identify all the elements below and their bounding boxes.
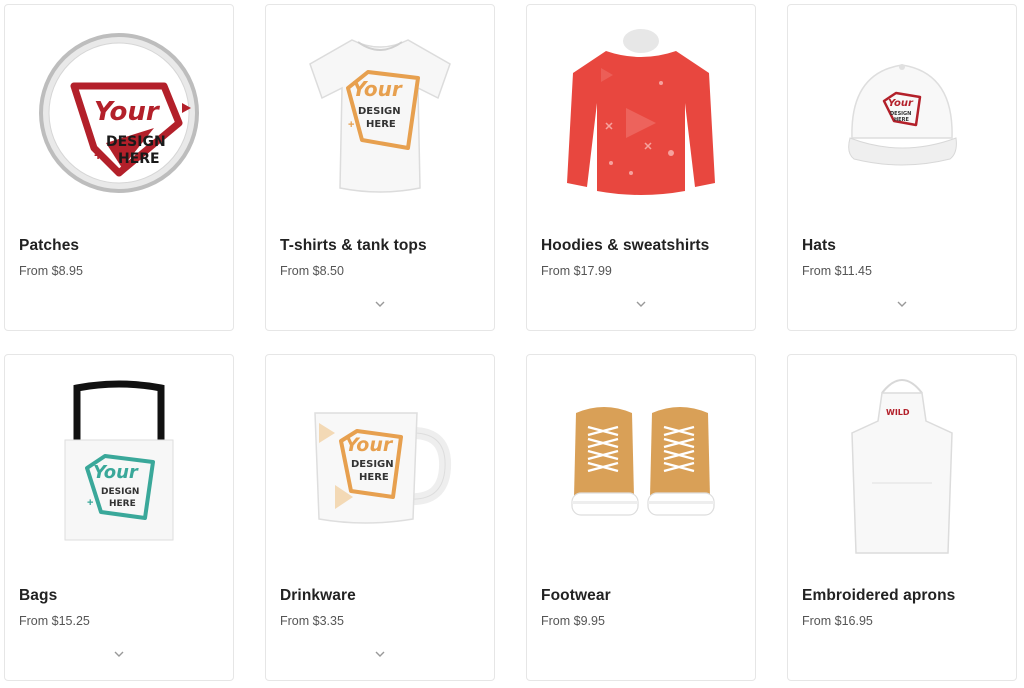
product-image: WILD: [788, 355, 1016, 570]
svg-text:+: +: [87, 497, 93, 509]
product-title: Hoodies & sweatshirts: [541, 237, 710, 254]
product-image: [527, 5, 755, 220]
product-card-aprons[interactable]: WILD Embroidered aprons From $16.95: [787, 354, 1017, 681]
product-image: [527, 355, 755, 570]
product-title: Footwear: [541, 587, 611, 604]
product-image: Your DESIGN HERE +: [5, 5, 233, 220]
bag-your-text: Your: [93, 462, 139, 483]
product-price: From $8.50: [280, 264, 344, 278]
chevron-down-icon[interactable]: [373, 299, 387, 309]
tshirt-design-text: DESIGN: [358, 106, 401, 117]
chevron-down-icon[interactable]: [373, 649, 387, 659]
mug-image: Your DESIGN HERE: [314, 411, 452, 524]
tshirt-image: Your DESIGN HERE +: [309, 38, 451, 193]
chevron-down-icon[interactable]: [112, 649, 126, 659]
sneakers-image: [571, 406, 715, 516]
product-title: Embroidered aprons: [802, 587, 956, 604]
tshirt-here-text: HERE: [366, 119, 396, 130]
bag-design-text: DESIGN: [101, 487, 139, 497]
product-price: From $15.25: [19, 614, 90, 628]
product-title: Bags: [19, 587, 58, 604]
product-card-footwear[interactable]: Footwear From $9.95: [526, 354, 756, 681]
product-price: From $17.99: [541, 264, 612, 278]
product-card-bags[interactable]: Your DESIGN HERE + Bags From $15.25: [4, 354, 234, 681]
product-title: Drinkware: [280, 587, 356, 604]
product-price: From $3.35: [280, 614, 344, 628]
product-card-hoodies[interactable]: Hoodies & sweatshirts From $17.99: [526, 4, 756, 331]
chevron-down-icon[interactable]: [634, 299, 648, 309]
tshirt-your-text: Your: [352, 77, 403, 101]
product-image: Your DESIGN HERE +: [5, 355, 233, 570]
product-image: Your DESIGN HERE +: [266, 5, 494, 220]
patch-design-text: DESIGN: [106, 134, 166, 150]
product-title: T-shirts & tank tops: [280, 237, 427, 254]
apron-logo-text: WILD: [886, 408, 910, 417]
product-card-hats[interactable]: Your DESIGN HERE Hats From $11.45: [787, 4, 1017, 331]
bag-here-text: HERE: [109, 499, 136, 509]
patch-here-text: HERE: [118, 151, 160, 167]
svg-text:+: +: [94, 147, 102, 163]
hat-your-text: Your: [888, 98, 914, 109]
product-price: From $9.95: [541, 614, 605, 628]
product-title: Hats: [802, 237, 836, 254]
svg-text:+: +: [348, 119, 354, 131]
product-price: From $11.45: [802, 264, 872, 278]
product-card-patches[interactable]: Your DESIGN HERE + Patches From $8.95: [4, 4, 234, 331]
product-card-tshirts[interactable]: Your DESIGN HERE + T-shirts & tank tops …: [265, 4, 495, 331]
patch-your-text: Your: [94, 97, 161, 127]
sweatshirt-image: [567, 28, 715, 195]
mug-your-text: Your: [345, 434, 394, 456]
mug-here-text: HERE: [359, 472, 389, 483]
embroidered-patch-image: Your DESIGN HERE +: [39, 32, 199, 193]
mug-design-text: DESIGN: [351, 459, 394, 470]
cap-image: Your DESIGN HERE: [848, 63, 957, 165]
tote-bag-image: Your DESIGN HERE +: [64, 380, 174, 540]
product-image: Your DESIGN HERE: [266, 355, 494, 570]
product-price: From $8.95: [19, 264, 83, 278]
product-title: Patches: [19, 237, 80, 254]
hat-here-text: HERE: [894, 117, 909, 123]
product-image: Your DESIGN HERE: [788, 5, 1016, 220]
chevron-down-icon[interactable]: [895, 299, 909, 309]
product-card-drinkware[interactable]: Your DESIGN HERE Drinkware From $3.35: [265, 354, 495, 681]
apron-image: WILD: [851, 378, 953, 554]
product-price: From $16.95: [802, 614, 873, 628]
